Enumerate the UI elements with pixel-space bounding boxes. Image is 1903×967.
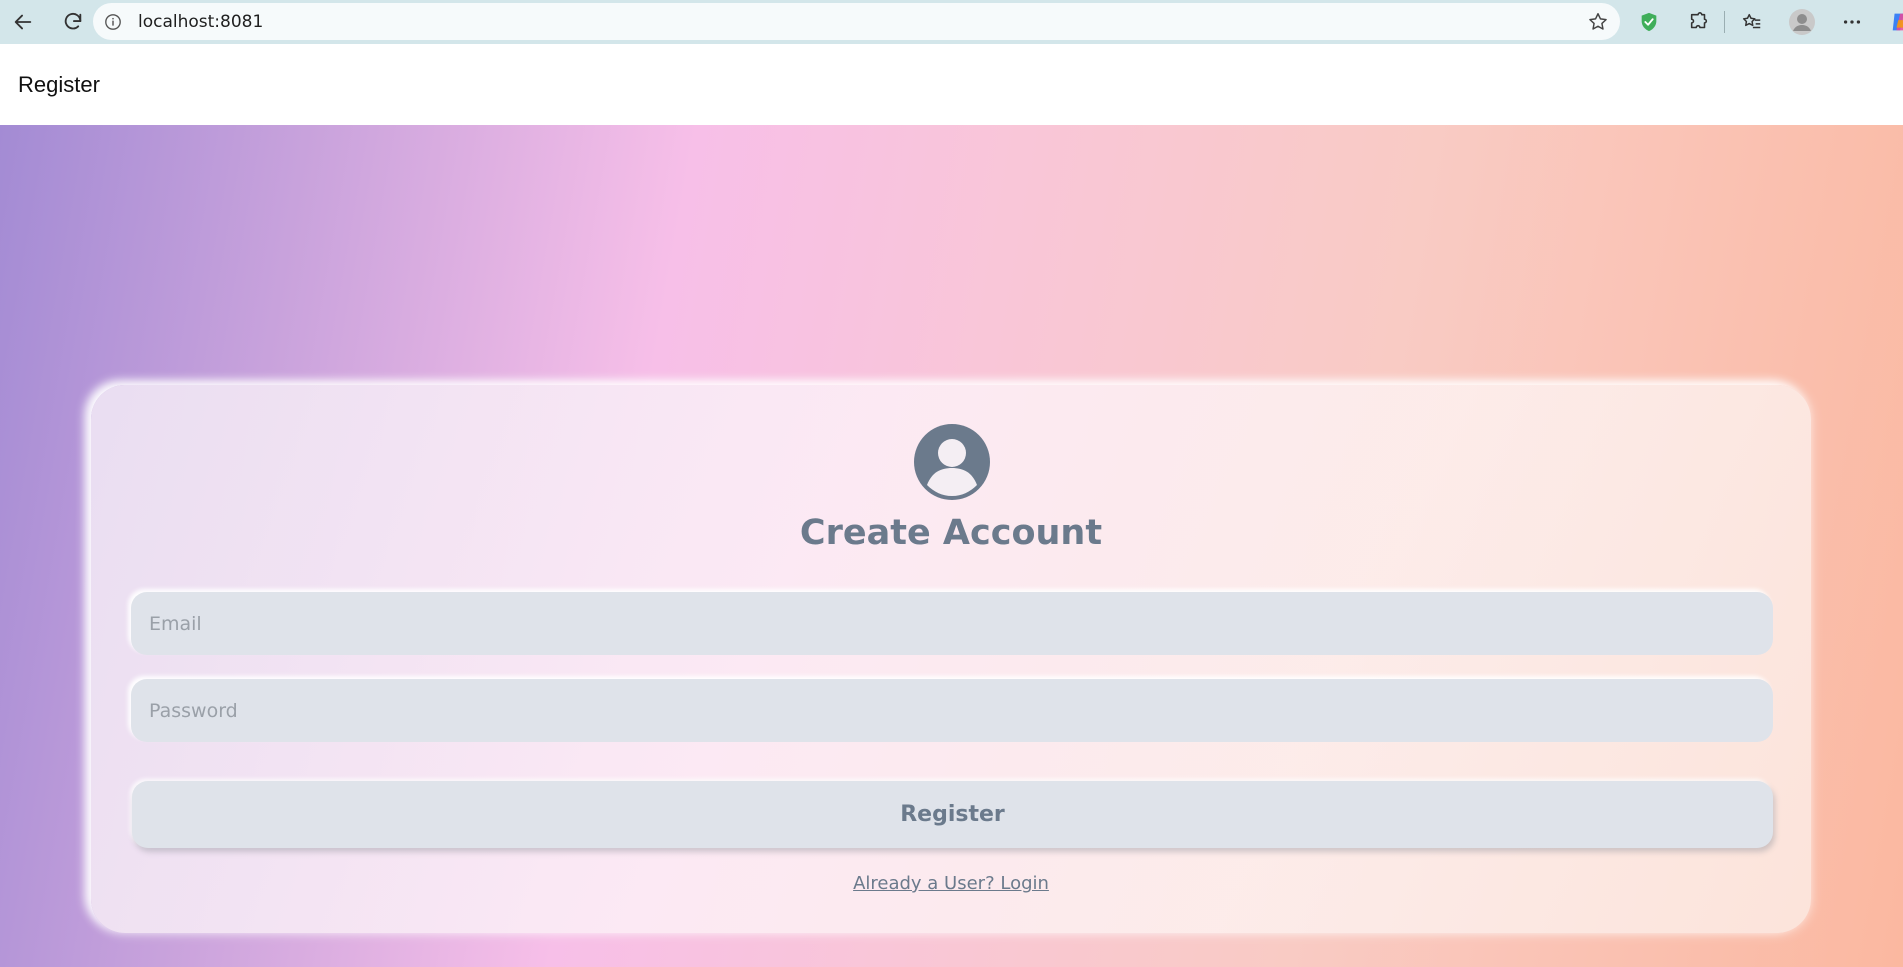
app-header: Register — [0, 44, 1903, 125]
more-options-icon[interactable] — [1835, 5, 1869, 39]
page-title: Register — [18, 71, 100, 97]
favorite-star-icon[interactable] — [1586, 10, 1610, 34]
back-button[interactable] — [6, 5, 40, 39]
gradient-background: Create Account Register Already a User? … — [0, 125, 1903, 967]
register-card: Create Account Register Already a User? … — [91, 385, 1811, 933]
address-bar[interactable]: localhost:8081 — [93, 3, 1620, 40]
reload-button[interactable] — [56, 5, 90, 39]
site-info-icon[interactable] — [103, 12, 123, 32]
browser-extensions-area — [1632, 5, 1903, 39]
password-input[interactable] — [131, 679, 1773, 742]
browser-toolbar: localhost:8081 — [0, 0, 1903, 44]
profile-avatar-icon[interactable] — [1785, 5, 1819, 39]
favorites-list-icon[interactable] — [1735, 5, 1769, 39]
user-avatar-icon — [914, 424, 990, 500]
reload-icon — [64, 12, 82, 30]
toolbar-divider — [1724, 11, 1725, 33]
register-button[interactable]: Register — [132, 781, 1773, 848]
copilot-icon[interactable] — [1885, 5, 1903, 39]
back-arrow-icon — [14, 14, 32, 30]
url-text: localhost:8081 — [138, 11, 264, 32]
login-link[interactable]: Already a User? Login — [91, 873, 1811, 894]
shield-extension-icon[interactable] — [1632, 5, 1666, 39]
email-input[interactable] — [131, 592, 1773, 655]
login-link-text[interactable]: Already a User? Login — [853, 873, 1049, 894]
extensions-puzzle-icon[interactable] — [1682, 5, 1716, 39]
form-title: Create Account — [799, 513, 1103, 553]
